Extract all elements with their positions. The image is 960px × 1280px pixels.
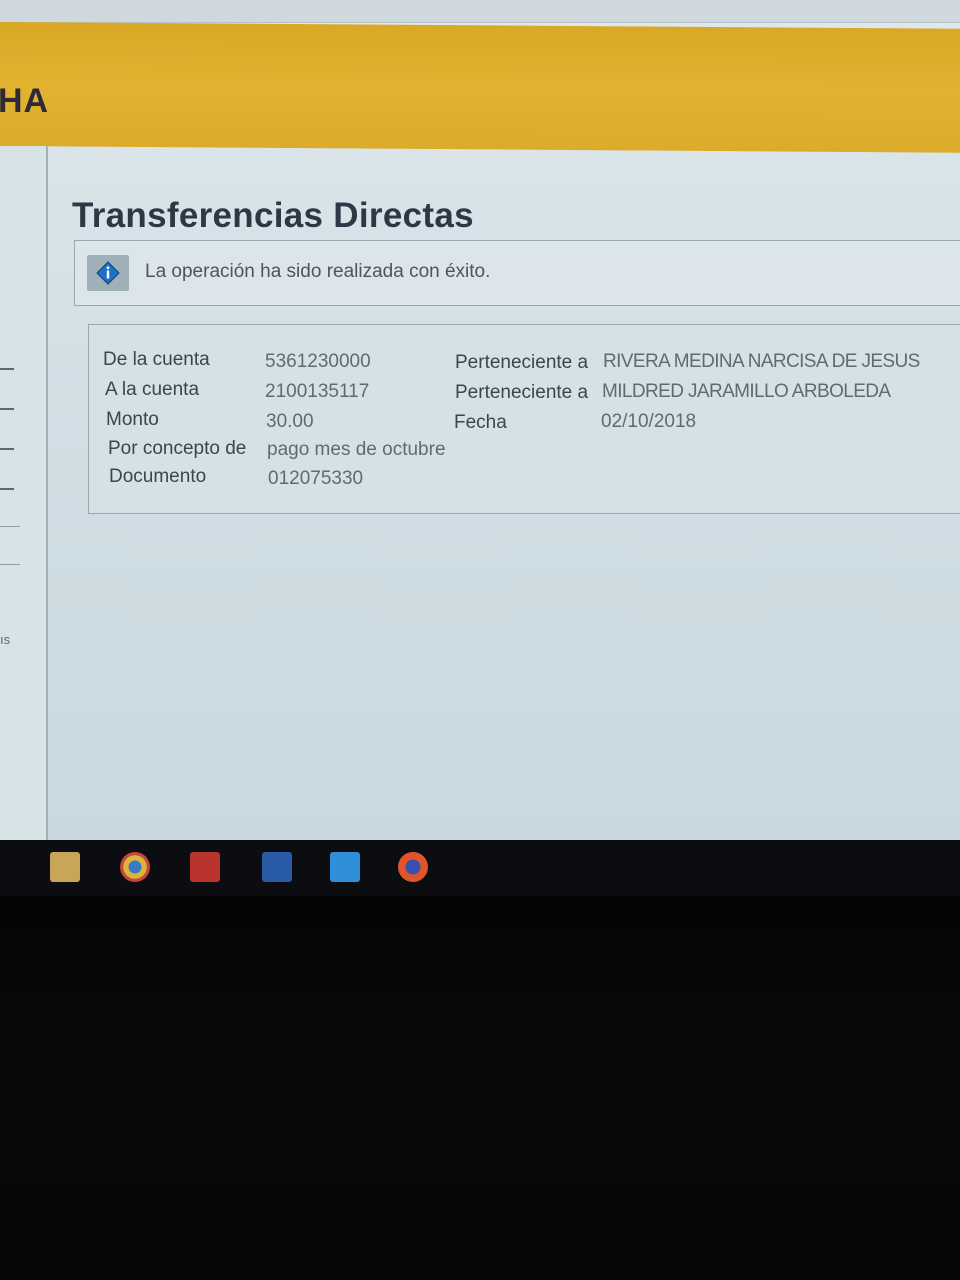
header-brand-text: HA [0, 82, 50, 120]
file-explorer-icon[interactable] [50, 852, 80, 882]
date-value: 02/10/2018 [601, 411, 697, 432]
transfer-details-box: De la cuenta 5361230000 Perteneciente a … [88, 324, 960, 514]
from-account-label: De la cuenta [103, 349, 210, 370]
acrobat-icon[interactable] [190, 852, 220, 882]
to-account-value: 2100135117 [265, 381, 370, 402]
chrome-icon[interactable] [120, 852, 150, 882]
left-navigation-panel [0, 146, 48, 842]
to-account-label: A la cuenta [105, 379, 200, 400]
nav-divider [0, 526, 20, 527]
screen: HA ıs Transferencias Directas La operaci… [0, 0, 960, 842]
browser-top-strip [0, 0, 960, 23]
word-icon[interactable] [262, 852, 292, 882]
nav-item-marker[interactable] [0, 448, 14, 450]
page-title: Transferencias Directas [72, 196, 474, 235]
document-label: Documento [109, 466, 207, 487]
success-message-text: La operación ha sido realizada con éxito… [145, 261, 491, 282]
concept-value: pago mes de octubre [267, 439, 446, 460]
from-owner-value: RIVERA MEDINA NARCISA DE JESUS [603, 351, 920, 372]
from-account-value: 5361230000 [265, 351, 371, 372]
nav-divider [0, 564, 20, 565]
firefox-icon[interactable] [398, 852, 428, 882]
concept-label: Por concepto de [108, 438, 247, 459]
date-label: Fecha [454, 412, 507, 433]
from-owner-label: Perteneciente a [455, 352, 589, 373]
dropbox-icon[interactable] [330, 852, 360, 882]
sidebar-text-fragment: ıs [0, 632, 11, 647]
info-icon [87, 255, 129, 291]
nav-item-marker[interactable] [0, 408, 14, 410]
to-owner-label: Perteneciente a [455, 382, 589, 403]
amount-value: 30.00 [266, 411, 314, 432]
header-band [0, 22, 960, 153]
nav-item-marker[interactable] [0, 488, 14, 490]
success-message-box: La operación ha sido realizada con éxito… [74, 240, 960, 306]
monitor-bezel [0, 896, 960, 1280]
amount-label: Monto [106, 409, 159, 430]
document-value: 012075330 [268, 468, 364, 489]
nav-item-marker[interactable] [0, 368, 14, 370]
to-owner-value: MILDRED JARAMILLO ARBOLEDA [602, 381, 891, 402]
